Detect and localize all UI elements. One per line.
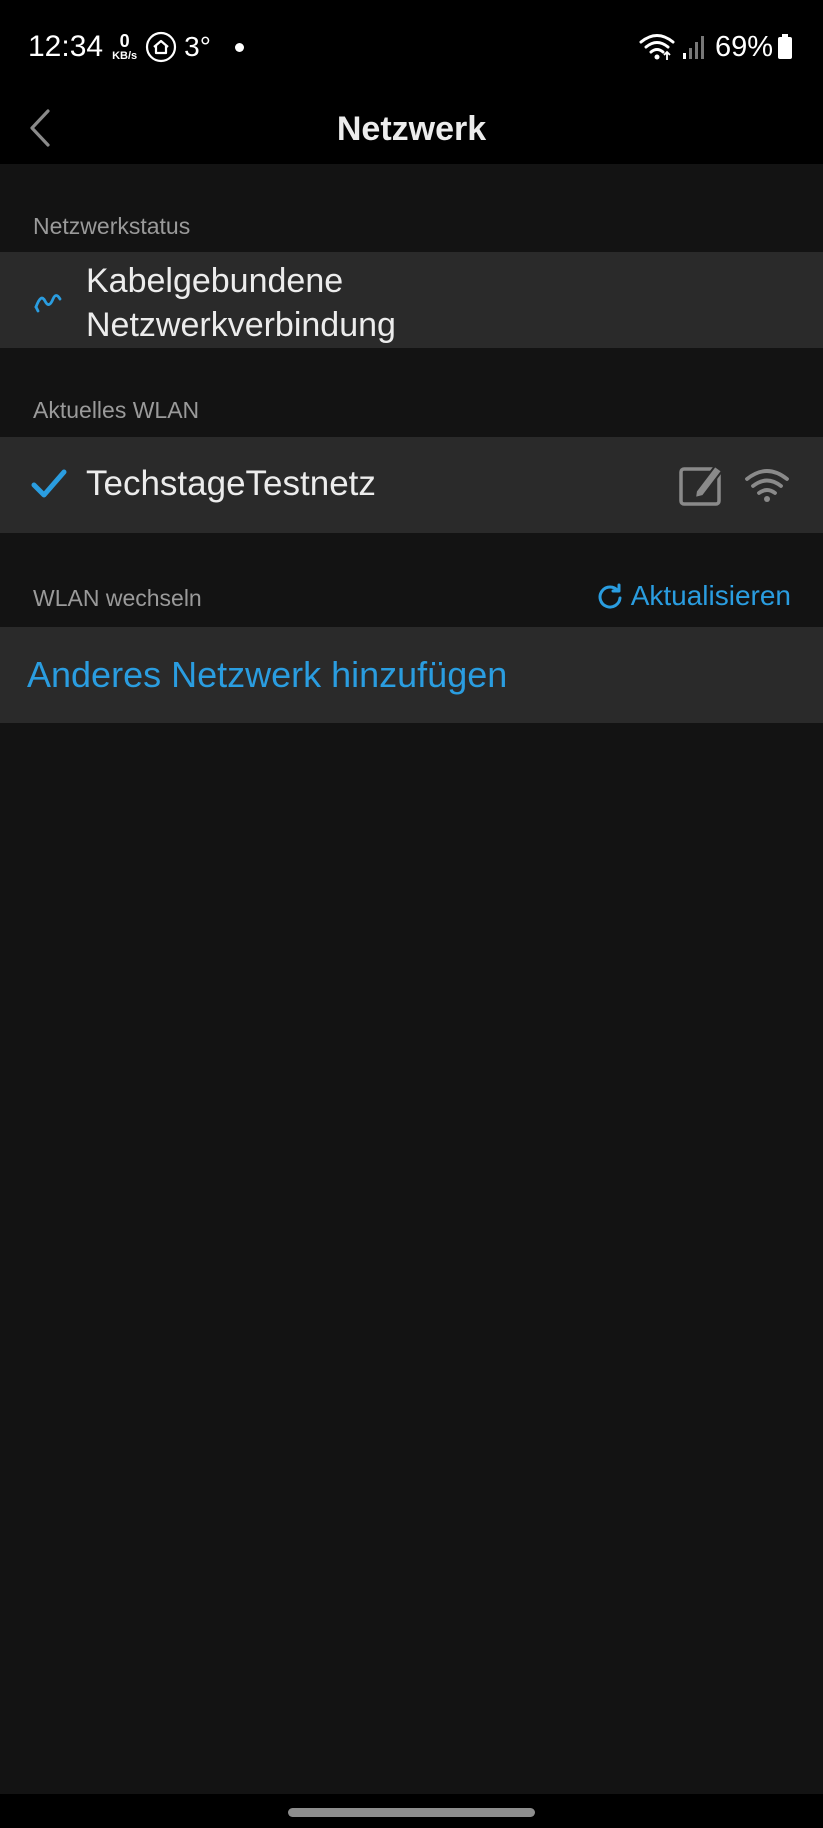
switch-wlan-label: WLAN wechseln bbox=[33, 585, 202, 611]
current-wlan-ssid: TechstageTestnetz bbox=[86, 464, 376, 503]
wifi-signal-icon bbox=[745, 469, 789, 502]
network-status-label: Netzwerkstatus bbox=[33, 213, 191, 239]
status-right-group: 69% bbox=[639, 31, 793, 64]
refresh-button[interactable]: Aktualisieren bbox=[597, 580, 791, 612]
network-speed: 0 KB/s bbox=[112, 32, 137, 62]
wired-network-icon bbox=[34, 294, 62, 313]
network-speed-unit: KB/s bbox=[112, 50, 138, 62]
notification-dot-icon bbox=[234, 42, 244, 52]
battery-icon bbox=[778, 34, 792, 59]
status-temperature: 3° bbox=[184, 31, 211, 62]
network-connection-label: Kabelgebundene Netzwerkverbindung bbox=[86, 262, 396, 344]
app-bar: Netzwerk bbox=[0, 94, 823, 164]
status-time: 12:34 bbox=[28, 30, 104, 63]
battery-percentage: 69% bbox=[714, 30, 773, 63]
status-wifi-icon bbox=[639, 34, 675, 60]
back-button[interactable] bbox=[28, 102, 64, 154]
add-network-row[interactable]: Anderes Netzwerk hinzufügen bbox=[0, 627, 823, 723]
home-gesture-handle[interactable] bbox=[288, 1808, 535, 1817]
smart-home-icon bbox=[146, 31, 177, 63]
network-status-row: Kabelgebundene Netzwerkverbindung bbox=[0, 252, 823, 348]
page-title: Netzwerk bbox=[336, 109, 487, 148]
chevron-left-icon bbox=[30, 109, 50, 147]
check-icon bbox=[31, 469, 67, 498]
add-network-link[interactable]: Anderes Netzwerk hinzufügen bbox=[27, 654, 507, 696]
status-signal-icon bbox=[682, 36, 704, 59]
current-wlan-label: Aktuelles WLAN bbox=[33, 397, 200, 423]
refresh-label: Aktualisieren bbox=[630, 580, 791, 611]
network-speed-value: 0 bbox=[119, 31, 130, 51]
status-bar: 12:34 0 KB/s 3° 69% bbox=[0, 0, 823, 94]
edit-icon[interactable] bbox=[678, 463, 724, 507]
refresh-icon bbox=[598, 583, 622, 609]
current-wlan-row[interactable]: TechstageTestnetz bbox=[0, 437, 823, 533]
